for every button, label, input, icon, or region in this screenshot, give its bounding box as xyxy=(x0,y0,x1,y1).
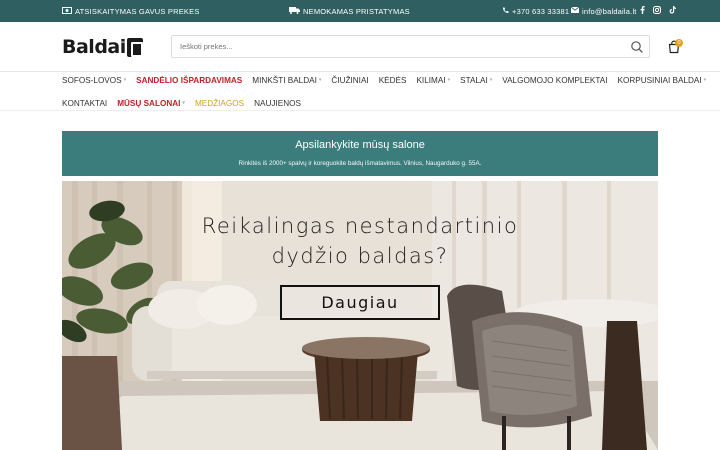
nav-item-label: KĖDĖS xyxy=(378,75,407,85)
nav-item-label: NAUJIENOS xyxy=(254,98,301,108)
search-icon xyxy=(631,41,643,53)
cart-count-badge: 0 xyxy=(675,39,683,47)
nav-row-primary: SOFOS-LOVOS ▾ SANDĖLIO IŠPARDAVIMAS MINKŠTI… xyxy=(62,72,716,88)
chevron-down-icon: ▾ xyxy=(318,77,322,83)
nav-item-label: ČIUŽINIAI xyxy=(331,75,369,85)
nav-item-label: KONTAKTAI xyxy=(62,98,108,108)
top-bar: ATSISKAITYMAS GAVUS PREKES NEMOKAMAS PRI… xyxy=(0,0,720,22)
search-box xyxy=(171,35,650,58)
nav-item-label: MINKŠTI BALDAI xyxy=(252,75,317,85)
nav-item-sandelio-ispardavimas[interactable]: SANDĖLIO IŠPARDAVIMAS xyxy=(136,76,242,85)
promo-subtitle: Rinkitės iš 2000+ spalvų ir koreguokite … xyxy=(238,160,482,167)
promo-title: Apsilankykite mūsų salone xyxy=(295,139,425,151)
chevron-down-icon: ▾ xyxy=(123,77,127,83)
nav-item-label: KILIMAI xyxy=(416,75,446,85)
payment-text: ATSISKAITYMAS GAVUS PREKES xyxy=(75,6,200,16)
facebook-icon[interactable] xyxy=(640,6,645,16)
chevron-down-icon: ▾ xyxy=(447,77,451,83)
nav-item-label: SANDĖLIO IŠPARDAVIMAS xyxy=(136,75,243,85)
search-button[interactable] xyxy=(629,39,645,55)
nav-item-label: MŪSŲ SALONAI xyxy=(117,98,181,108)
hero-line-2: dydžio baldas? xyxy=(271,244,449,268)
chevron-down-icon: ▾ xyxy=(182,100,185,106)
site-logo[interactable]: Baldai xyxy=(62,36,143,58)
phone-link[interactable]: +370 633 33381 xyxy=(502,0,569,22)
social-links xyxy=(640,0,676,22)
more-button[interactable]: Daugiau xyxy=(280,285,440,320)
tiktok-icon[interactable] xyxy=(669,6,676,16)
nav-item-medziagos[interactable]: MEDŽIAGOS xyxy=(195,99,244,108)
nav-row-secondary: KONTAKTAI MŪSŲ SALONAI ▾ MEDŽIAGOS NAUJIENOS xyxy=(62,95,311,111)
nav-item-kontaktai[interactable]: KONTAKTAI xyxy=(62,99,107,108)
nav-item-sofos-lovos[interactable]: SOFOS-LOVOS ▾ xyxy=(62,76,126,85)
hero-line-1: Reikalingas nestandartinio xyxy=(201,214,519,238)
nav-item-kedes[interactable]: KĖDĖS xyxy=(379,76,407,85)
hero-heading: Reikalingas nestandartinio dydžio baldas… xyxy=(62,211,658,271)
site-header: Baldai 0 xyxy=(0,22,720,72)
chevron-down-icon: ▾ xyxy=(489,77,493,83)
search-input[interactable] xyxy=(172,36,622,57)
truck-icon xyxy=(289,6,300,16)
nav-item-label: SOFOS-LOVOS xyxy=(62,75,122,85)
nav-item-musu-salonai[interactable]: MŪSŲ SALONAI ▾ xyxy=(117,99,185,108)
envelope-icon xyxy=(570,6,580,15)
email-link[interactable]: info@baldaila.lt xyxy=(570,0,637,22)
nav-item-stalai[interactable]: STALAI ▾ xyxy=(460,76,492,85)
nav-item-ciuziniai[interactable]: ČIUŽINIAI xyxy=(331,76,368,85)
shipping-info: NEMOKAMAS PRISTATYMAS xyxy=(289,0,410,22)
nav-item-label: MEDŽIAGOS xyxy=(194,98,245,108)
nav-item-label: VALGOMOJO KOMPLEKTAI xyxy=(502,75,608,85)
chevron-down-icon: ▾ xyxy=(703,77,707,83)
nav-item-kilimai[interactable]: KILIMAI ▾ xyxy=(416,76,450,85)
logo-text: Baldai xyxy=(62,36,126,58)
phone-icon xyxy=(502,6,509,16)
logo-mark-icon xyxy=(126,37,143,57)
nav-item-korpusiniai-baldai[interactable]: KORPUSINIAI BALDAI ▾ xyxy=(617,76,706,85)
nav-item-label: STALAI xyxy=(460,75,488,85)
money-icon xyxy=(62,6,72,16)
phone-text: +370 633 33381 xyxy=(512,6,570,16)
shipping-text: NEMOKAMAS PRISTATYMAS xyxy=(303,6,410,16)
nav-divider xyxy=(0,110,720,111)
payment-info: ATSISKAITYMAS GAVUS PREKES xyxy=(62,0,200,22)
email-text: info@baldaila.lt xyxy=(582,6,637,16)
hero-banner[interactable]: Reikalingas nestandartinio dydžio baldas… xyxy=(62,181,658,450)
salon-promo-banner[interactable]: Apsilankykite mūsų salone Rinkitės iš 20… xyxy=(62,131,658,176)
nav-item-valgomojo-komplektai[interactable]: VALGOMOJO KOMPLEKTAI xyxy=(502,76,607,85)
instagram-icon[interactable] xyxy=(653,6,661,16)
nav-item-minksti-baldai[interactable]: MINKŠTI BALDAI ▾ xyxy=(252,76,321,85)
nav-item-naujienos[interactable]: NAUJIENOS xyxy=(254,99,301,108)
nav-item-label: KORPUSINIAI BALDAI xyxy=(617,75,702,85)
